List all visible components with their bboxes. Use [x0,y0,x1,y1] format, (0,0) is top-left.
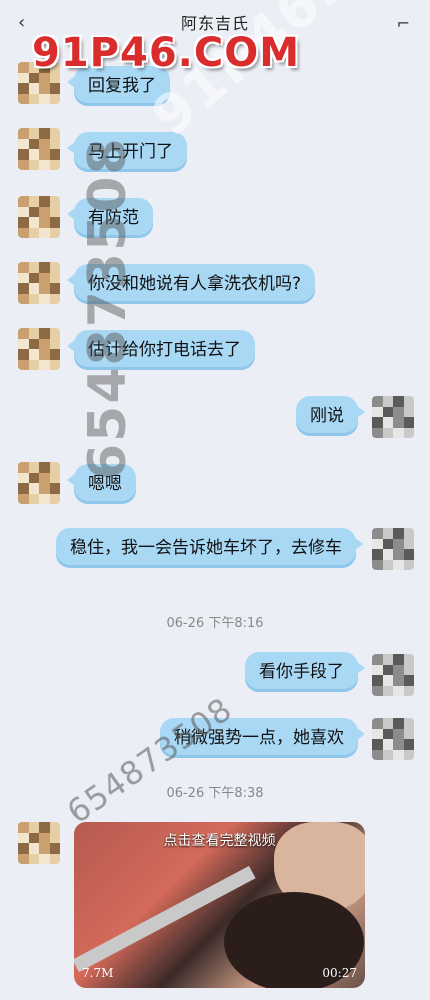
more-icon[interactable]: ⌐ [397,14,410,33]
avatar[interactable] [18,462,60,504]
message-bubble[interactable]: 稳住，我一会告诉她车坏了，去修车 [56,528,363,568]
avatar[interactable] [372,528,414,570]
avatar[interactable] [18,262,60,304]
message-text: 稳住，我一会告诉她车坏了，去修车 [70,538,342,558]
video-duration: 00:27 [322,966,357,980]
watermark-logo: 91P46.COM [32,30,301,76]
watermark-number: 654873508 [60,689,240,832]
video-size: 7.7M [82,966,114,980]
avatar[interactable] [18,196,60,238]
message-text: 刚说 [310,406,344,426]
avatar[interactable] [372,396,414,438]
watermark-vertical: 654873508 [78,136,138,480]
message-text: 看你手段了 [259,662,344,682]
avatar[interactable] [18,128,60,170]
avatar[interactable] [372,654,414,696]
avatar[interactable] [18,822,60,864]
video-message[interactable]: 点击查看完整视频 7.7M 00:27 [74,822,365,988]
avatar[interactable] [372,718,414,760]
message-text: 回复我了 [88,76,156,96]
video-caption: 点击查看完整视频 [163,833,276,849]
timestamp: 06-26 下午8:16 [166,616,264,631]
message-bubble[interactable]: 看你手段了 [245,652,365,692]
message-bubble[interactable]: 刚说 [296,396,365,436]
avatar[interactable] [18,328,60,370]
